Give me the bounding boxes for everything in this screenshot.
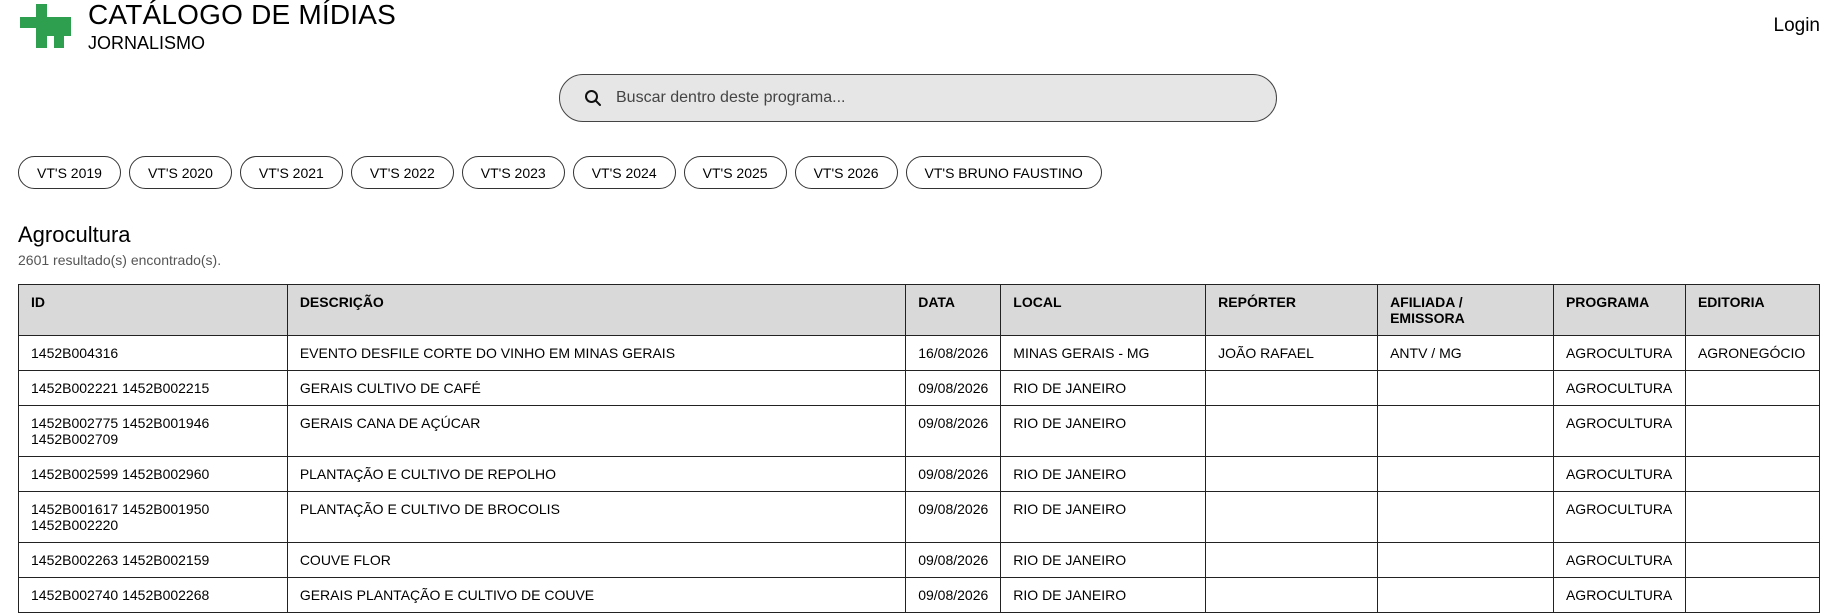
column-header-editoria: EDITORIA xyxy=(1684,284,1821,336)
cell-reporter xyxy=(1205,405,1379,457)
cell-afiliada xyxy=(1377,456,1554,492)
table-row[interactable]: 1452B001617 1452B001950 1452B002220 PLAN… xyxy=(18,491,1821,543)
cell-programa: AGROCULTURA xyxy=(1552,405,1686,457)
cell-descricao: PLANTAÇÃO E CULTIVO DE REPOLHO xyxy=(286,456,907,492)
table-row[interactable]: 1452B004316 EVENTO DESFILE CORTE DO VINH… xyxy=(18,335,1821,371)
cell-reporter xyxy=(1205,491,1379,543)
cell-programa: AGROCULTURA xyxy=(1552,456,1686,492)
cell-id: 1452B002775 1452B001946 1452B002709 xyxy=(18,405,288,457)
column-header-reporter: REPÓRTER xyxy=(1205,284,1379,336)
cell-data: 09/08/2026 xyxy=(905,370,1002,406)
cell-afiliada xyxy=(1377,370,1554,406)
cell-programa: AGROCULTURA xyxy=(1552,577,1686,613)
cell-data: 16/08/2026 xyxy=(905,335,1002,371)
cell-programa: AGROCULTURA xyxy=(1552,542,1686,578)
cell-reporter xyxy=(1205,542,1379,578)
cell-local: RIO DE JANEIRO xyxy=(1000,542,1207,578)
logo-cross-icon xyxy=(20,4,71,48)
cell-afiliada xyxy=(1377,405,1554,457)
cell-afiliada xyxy=(1377,542,1554,578)
cell-data: 09/08/2026 xyxy=(905,491,1002,543)
cell-id: 1452B002740 1452B002268 xyxy=(18,577,288,613)
cell-descricao: EVENTO DESFILE CORTE DO VINHO EM MINAS G… xyxy=(286,335,907,371)
cell-editoria xyxy=(1684,456,1821,492)
cell-local: MINAS GERAIS - MG xyxy=(1000,335,1207,371)
column-header-local: LOCAL xyxy=(1000,284,1207,336)
cell-editoria: AGRONEGÓCIO xyxy=(1684,335,1821,371)
cell-editoria xyxy=(1684,491,1821,543)
app-title: CATÁLOGO DE MÍDIAS xyxy=(88,0,397,30)
brand: CATÁLOGO DE MÍDIAS JORNALISMO xyxy=(88,0,396,54)
cell-id: 1452B002263 1452B002159 xyxy=(18,542,288,578)
column-header-afiliada: AFILIADA / EMISSORA xyxy=(1377,284,1554,336)
cell-descricao: GERAIS CANA DE AÇÚCAR xyxy=(286,405,907,457)
login-link[interactable]: Login xyxy=(1774,15,1821,37)
cell-local: RIO DE JANEIRO xyxy=(1000,577,1207,613)
cell-id: 1452B002221 1452B002215 xyxy=(18,370,288,406)
table-row[interactable]: 1452B002775 1452B001946 1452B002709 GERA… xyxy=(18,405,1821,457)
search-input[interactable] xyxy=(616,89,1276,107)
cell-reporter xyxy=(1205,456,1379,492)
cell-descricao: GERAIS CULTIVO DE CAFÉ xyxy=(286,370,907,406)
cell-local: RIO DE JANEIRO xyxy=(1000,456,1207,492)
chip-vts-2025[interactable]: VT'S 2025 xyxy=(683,156,787,189)
table-row[interactable]: 1452B002263 1452B002159 COUVE FLOR 09/08… xyxy=(18,542,1821,578)
results-table: ID DESCRIÇÃO DATA LOCAL REPÓRTER AFILIAD… xyxy=(18,284,1821,613)
table-row[interactable]: 1452B002599 1452B002960 PLANTAÇÃO E CULT… xyxy=(18,456,1821,492)
app-header: CATÁLOGO DE MÍDIAS JORNALISMO Login xyxy=(0,0,1840,60)
result-count: 2601 resultado(s) encontrado(s). xyxy=(18,252,222,268)
cell-programa: AGROCULTURA xyxy=(1552,491,1686,543)
cell-id: 1452B001617 1452B001950 1452B002220 xyxy=(18,491,288,543)
cell-afiliada xyxy=(1377,577,1554,613)
column-header-programa: PROGRAMA xyxy=(1552,284,1686,336)
cell-programa: AGROCULTURA xyxy=(1552,335,1686,371)
cell-data: 09/08/2026 xyxy=(905,405,1002,457)
cell-editoria xyxy=(1684,577,1821,613)
cell-descricao: GERAIS PLANTAÇÃO E CULTIVO DE COUVE xyxy=(286,577,907,613)
chip-vts-2024[interactable]: VT'S 2024 xyxy=(572,156,676,189)
cell-reporter xyxy=(1205,370,1379,406)
search-icon xyxy=(585,90,601,106)
cell-programa: AGROCULTURA xyxy=(1552,370,1686,406)
search-bar[interactable] xyxy=(559,74,1277,122)
year-filter-chips: VT'S 2019 VT'S 2020 VT'S 2021 VT'S 2022 … xyxy=(18,156,1102,189)
column-header-id: ID xyxy=(18,284,288,336)
cell-data: 09/08/2026 xyxy=(905,456,1002,492)
column-header-data: DATA xyxy=(905,284,1002,336)
cell-local: RIO DE JANEIRO xyxy=(1000,405,1207,457)
chip-vts-2019[interactable]: VT'S 2019 xyxy=(18,156,121,189)
cell-descricao: COUVE FLOR xyxy=(286,542,907,578)
cell-descricao: PLANTAÇÃO E CULTIVO DE BROCOLIS xyxy=(286,491,907,543)
cell-afiliada: ANTV / MG xyxy=(1377,335,1554,371)
cell-reporter xyxy=(1205,577,1379,613)
cell-data: 09/08/2026 xyxy=(905,542,1002,578)
cell-local: RIO DE JANEIRO xyxy=(1000,491,1207,543)
chip-vts-2026[interactable]: VT'S 2026 xyxy=(794,156,898,189)
table-row[interactable]: 1452B002221 1452B002215 GERAIS CULTIVO D… xyxy=(18,370,1821,406)
cell-id: 1452B004316 xyxy=(18,335,288,371)
chip-vts-bruno-faustino[interactable]: VT'S BRUNO FAUSTINO xyxy=(905,156,1102,189)
cell-editoria xyxy=(1684,542,1821,578)
app-subtitle: JORNALISMO xyxy=(88,33,206,53)
cell-editoria xyxy=(1684,370,1821,406)
cell-reporter: JOÃO RAFAEL xyxy=(1205,335,1379,371)
chip-vts-2023[interactable]: VT'S 2023 xyxy=(461,156,565,189)
chip-vts-2020[interactable]: VT'S 2020 xyxy=(128,156,232,189)
cell-data: 09/08/2026 xyxy=(905,577,1002,613)
cell-id: 1452B002599 1452B002960 xyxy=(18,456,288,492)
chip-vts-2021[interactable]: VT'S 2021 xyxy=(239,156,343,189)
cell-editoria xyxy=(1684,405,1821,457)
table-header-row: ID DESCRIÇÃO DATA LOCAL REPÓRTER AFILIAD… xyxy=(18,284,1821,336)
table-row[interactable]: 1452B002740 1452B002268 GERAIS PLANTAÇÃO… xyxy=(18,577,1821,613)
cell-afiliada xyxy=(1377,491,1554,543)
column-header-descricao: DESCRIÇÃO xyxy=(286,284,907,336)
cell-local: RIO DE JANEIRO xyxy=(1000,370,1207,406)
chip-vts-2022[interactable]: VT'S 2022 xyxy=(350,156,454,189)
section-title: Agrocultura xyxy=(18,222,131,247)
